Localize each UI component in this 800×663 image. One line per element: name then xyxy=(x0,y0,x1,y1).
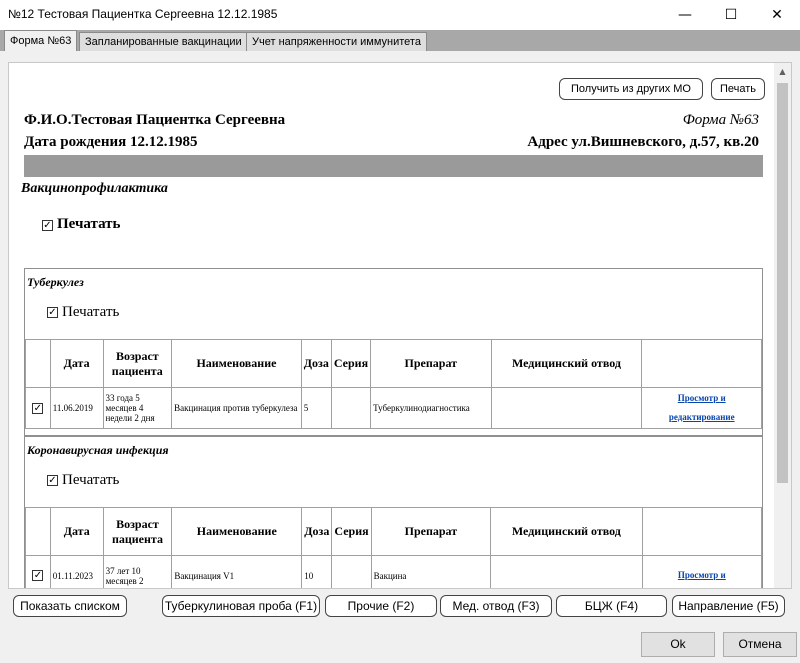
cell-name: Вакцинация V1 xyxy=(171,555,303,588)
cell-dose: 5 xyxy=(300,387,332,429)
view-edit-link[interactable]: Просмотр и xyxy=(641,555,763,588)
patient-vaccination-window: №12 Тестовая Пациентка Сергеевна 12.12.1… xyxy=(0,0,800,663)
vaccination-heading: Вакцинопрофилактика xyxy=(21,181,168,196)
show-as-list-button[interactable]: Показать списком xyxy=(13,595,127,617)
column-header: Дата xyxy=(49,507,104,556)
med-exemption-button[interactable]: Мед. отвод (F3) xyxy=(440,595,552,617)
other-button[interactable]: Прочие (F2) xyxy=(325,595,437,617)
column-header: Препарат xyxy=(370,507,492,556)
tab-planned-vaccinations[interactable]: Запланированные вакцинации xyxy=(79,32,248,51)
close-button[interactable]: ✕ xyxy=(754,0,800,30)
ok-button[interactable]: Ok xyxy=(641,632,715,657)
cell-series xyxy=(331,555,372,588)
header-check-cell xyxy=(25,339,51,388)
row-checkbox[interactable]: ✓ xyxy=(32,402,44,414)
vaccination-table: Дата Возраст пациента Наименование Доза … xyxy=(25,507,763,588)
column-header: Медицинский отвод xyxy=(490,507,643,556)
row-check-cell: ✓ xyxy=(25,387,51,429)
tab-form-63[interactable]: Форма №63 xyxy=(4,30,78,51)
form-name: Форма №63 xyxy=(682,112,759,128)
patient-birth-date: Дата рождения 12.12.1985 xyxy=(24,134,198,150)
print-section-label: Печатать xyxy=(62,304,120,320)
cancel-button[interactable]: Отмена xyxy=(723,632,797,657)
print-section-checkbox[interactable]: ✓ xyxy=(47,307,58,318)
header-check-cell xyxy=(25,507,51,556)
bcg-button[interactable]: БЦЖ (F4) xyxy=(556,595,667,617)
column-header: Возраст пациента xyxy=(102,339,173,388)
table-header-row: Дата Возраст пациента Наименование Доза … xyxy=(25,339,762,388)
referral-button[interactable]: Направление (F5) xyxy=(672,595,785,617)
column-header: Медицинский отвод xyxy=(490,339,643,388)
column-header: Серия xyxy=(330,339,372,388)
patient-fio: Ф.И.О.Тестовая Пациентка Сергеевна xyxy=(24,112,286,128)
table-row: ✓ 01.11.2023 37 лет 10 месяцев 2 Вакцина… xyxy=(25,555,763,588)
table-header-row: Дата Возраст пациента Наименование Доза … xyxy=(25,507,763,556)
get-from-other-mo-button[interactable]: Получить из других МО xyxy=(559,78,703,100)
cell-drug: Туберкулинодиагностика xyxy=(370,387,492,429)
print-section-label: Печатать xyxy=(62,472,120,488)
header-divider-band xyxy=(24,155,763,177)
tab-immunity-tension[interactable]: Учет напряженности иммунитета xyxy=(246,32,427,51)
column-header: Доза xyxy=(300,339,332,388)
cell-date: 11.06.2019 xyxy=(49,387,104,429)
section-title: Туберкулез xyxy=(27,275,84,289)
form-63-panel: Получить из других МО Печать Ф.И.О.Тесто… xyxy=(8,62,792,589)
tuberculin-test-button[interactable]: Туберкулиновая проба (F1) xyxy=(162,595,320,617)
section-coronavirus: Коронавирусная инфекция ✓ Печатать Дата … xyxy=(24,436,763,588)
section-tuberculosis: Туберкулез ✓ Печатать Дата Возраст пацие… xyxy=(24,268,763,436)
window-title: №12 Тестовая Пациентка Сергеевна 12.12.1… xyxy=(8,7,278,21)
cell-drug: Вакцина xyxy=(370,555,492,588)
cell-exemption xyxy=(490,555,643,588)
column-header: Наименование xyxy=(171,507,303,556)
column-header: Дата xyxy=(49,339,104,388)
column-header: Препарат xyxy=(370,339,492,388)
cell-name: Вакцинация против туберкулеза xyxy=(171,387,302,429)
cell-age: 33 года 5 месяцев 4 недели 2 дня xyxy=(102,387,173,429)
cell-dose: 10 xyxy=(301,555,333,588)
cell-series xyxy=(330,387,372,429)
cell-exemption xyxy=(490,387,643,429)
header-action-cell xyxy=(641,339,762,388)
row-check-cell: ✓ xyxy=(25,555,51,588)
section-title: Коронавирусная инфекция xyxy=(27,443,169,457)
row-checkbox[interactable]: ✓ xyxy=(32,570,44,581)
column-header: Серия xyxy=(331,507,372,556)
vertical-scrollbar[interactable]: ▲ xyxy=(774,63,791,588)
column-header: Доза xyxy=(301,507,333,556)
maximize-button[interactable]: ☐ xyxy=(708,0,754,30)
header-action-cell xyxy=(641,507,763,556)
print-all-label: Печатать xyxy=(57,216,121,232)
vaccination-table: Дата Возраст пациента Наименование Доза … xyxy=(25,339,762,429)
title-bar: №12 Тестовая Пациентка Сергеевна 12.12.1… xyxy=(0,0,800,30)
table-row: ✓ 11.06.2019 33 года 5 месяцев 4 недели … xyxy=(25,387,762,429)
scrollbar-thumb[interactable] xyxy=(777,83,788,483)
print-button[interactable]: Печать xyxy=(711,78,765,100)
print-section-checkbox[interactable]: ✓ xyxy=(47,475,58,486)
cell-date: 01.11.2023 xyxy=(49,555,104,588)
column-header: Наименование xyxy=(171,339,302,388)
patient-address: Адрес ул.Вишневского, д.57, кв.20 xyxy=(527,134,759,150)
cell-age: 37 лет 10 месяцев 2 xyxy=(102,555,173,588)
column-header: Возраст пациента xyxy=(102,507,173,556)
view-edit-link[interactable]: Просмотр и редактирование xyxy=(641,387,762,429)
minimize-button[interactable]: — xyxy=(662,0,708,30)
tab-bar: Форма №63 Запланированные вакцинации Уче… xyxy=(0,30,800,51)
scroll-up-arrow-icon[interactable]: ▲ xyxy=(774,63,791,80)
print-all-checkbox[interactable]: ✓ xyxy=(42,220,53,231)
